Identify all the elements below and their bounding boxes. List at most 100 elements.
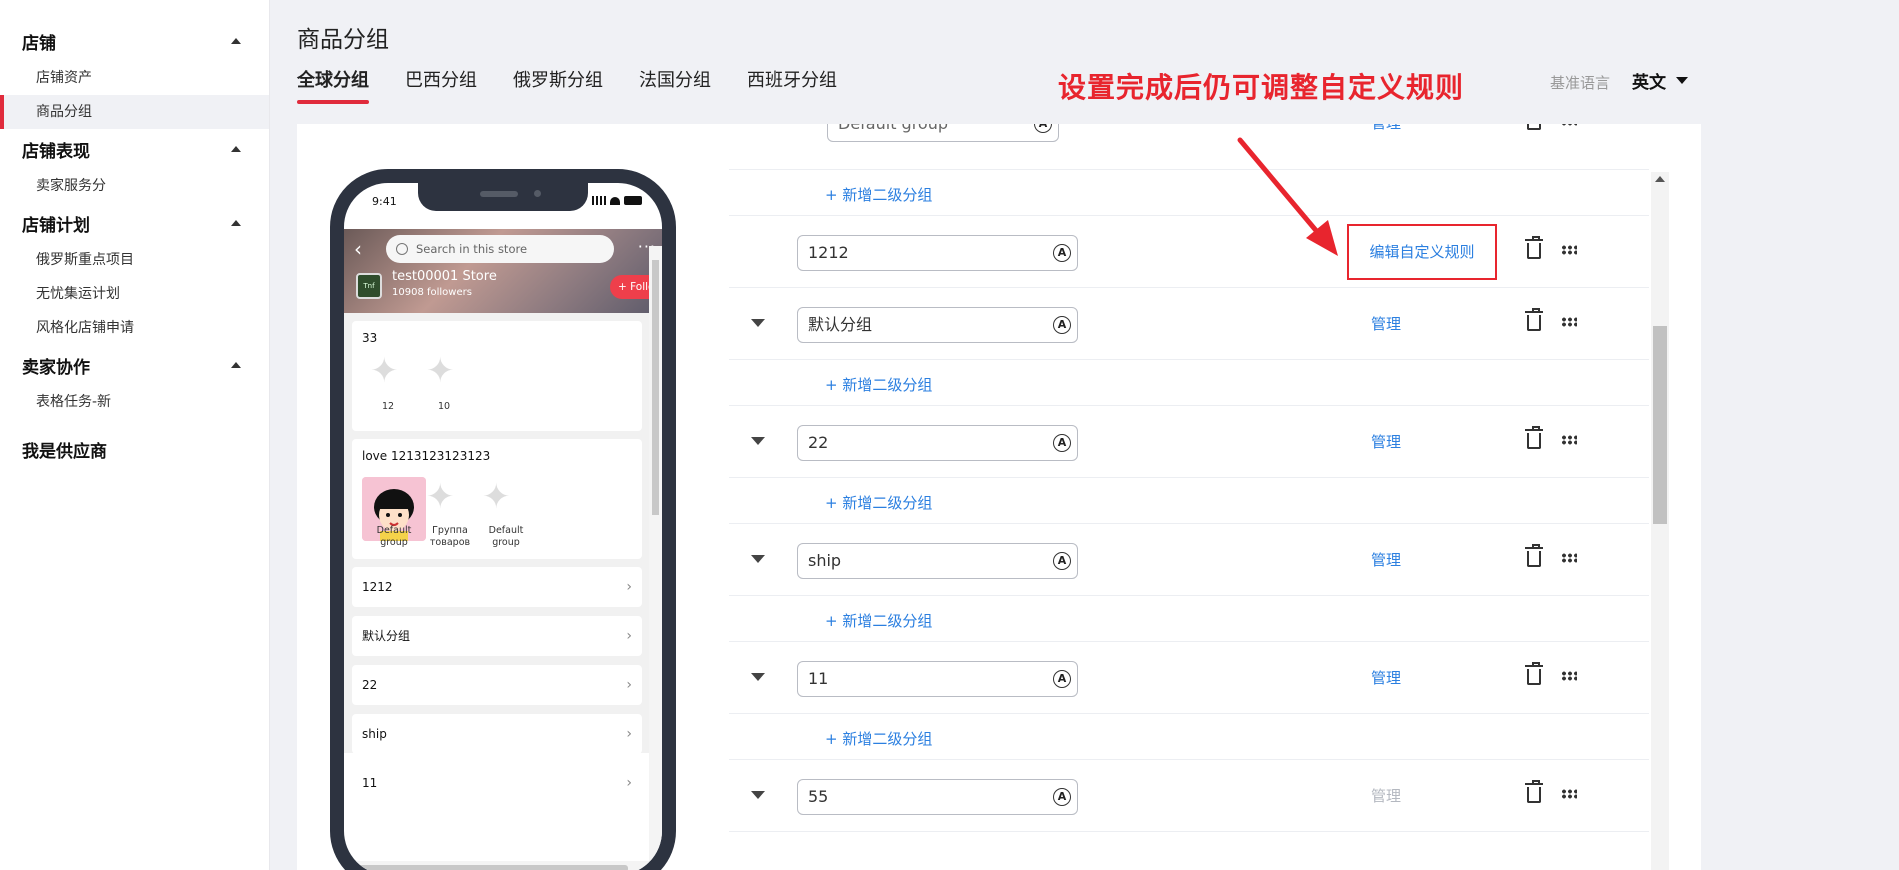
collapse-caret-icon[interactable]: [231, 362, 241, 368]
tab-france[interactable]: 法国分组: [639, 66, 711, 104]
base-language-select[interactable]: 英文: [1632, 68, 1688, 93]
sidebar-section-store[interactable]: 店铺: [0, 21, 269, 61]
group-row: 22 A 管理: [729, 406, 1649, 478]
list-scrollbar[interactable]: [1651, 172, 1669, 870]
translate-icon[interactable]: A: [1053, 244, 1071, 262]
sidebar-item-seller-score[interactable]: 卖家服务分: [0, 169, 269, 203]
tab-russia[interactable]: 俄罗斯分组: [513, 66, 603, 104]
manage-link[interactable]: 管理: [1371, 667, 1401, 688]
add-subgroup-row: + 新增二级分组: [729, 714, 1649, 760]
sparkle-placeholder-icon: ✦: [426, 351, 455, 391]
add-subgroup-link[interactable]: + 新增二级分组: [825, 610, 932, 631]
expand-toggle-icon[interactable]: [751, 555, 765, 563]
tab-brazil[interactable]: 巴西分组: [405, 66, 477, 104]
phone-group-row[interactable]: 22 ›: [352, 665, 642, 705]
edit-custom-rule-link[interactable]: 编辑自定义规则: [1347, 224, 1497, 280]
sidebar-item-styled-store[interactable]: 风格化店铺申请: [0, 311, 269, 345]
trash-icon[interactable]: [1525, 780, 1543, 803]
collapse-caret-icon[interactable]: [231, 38, 241, 44]
base-language-value: 英文: [1632, 73, 1666, 93]
group-block-love[interactable]: love 1213123123123 ✦ ✦ Default group Гру…: [352, 439, 642, 559]
row-label: 1212: [362, 580, 393, 594]
page-header: 商品分组 全球分组 巴西分组 俄罗斯分组 法国分组 西班牙分组 设置完成后仍可调…: [270, 0, 1899, 122]
group-name-field[interactable]: 11 A: [797, 661, 1078, 697]
scrollbar-thumb[interactable]: [652, 260, 659, 515]
manage-link[interactable]: 管理: [1371, 124, 1401, 133]
drag-handle-icon[interactable]: [1561, 553, 1577, 563]
translate-icon[interactable]: A: [1034, 124, 1052, 133]
add-subgroup-link[interactable]: + 新增二级分组: [825, 492, 932, 513]
sidebar-section-store-performance[interactable]: 店铺表现: [0, 129, 269, 169]
back-arrow-icon[interactable]: ‹: [354, 237, 362, 261]
expand-toggle-icon[interactable]: [751, 673, 765, 681]
collapse-caret-icon[interactable]: [231, 220, 241, 226]
add-subgroup-link[interactable]: + 新增二级分组: [825, 728, 932, 749]
manage-link[interactable]: 管理: [1371, 549, 1401, 570]
phone-vertical-scrollbar[interactable]: [649, 246, 662, 861]
expand-toggle-icon[interactable]: [751, 437, 765, 445]
sidebar-item-store-assets[interactable]: 店铺资产: [0, 61, 269, 95]
page-title: 商品分组: [297, 27, 389, 53]
manage-link[interactable]: 管理: [1371, 785, 1401, 806]
scroll-up-arrow-icon[interactable]: [1655, 176, 1665, 182]
translate-icon[interactable]: A: [1053, 670, 1071, 688]
phone-group-row[interactable]: 11 ›: [352, 763, 642, 803]
drag-handle-icon[interactable]: [1561, 317, 1577, 327]
translate-icon[interactable]: A: [1053, 434, 1071, 452]
scrollbar-thumb[interactable]: [1653, 326, 1667, 524]
tab-global[interactable]: 全球分组: [297, 66, 369, 104]
group-name-field[interactable]: ship A: [797, 543, 1078, 579]
group-name-field[interactable]: 55 A: [797, 779, 1078, 815]
phone-group-row[interactable]: ship ›: [352, 714, 642, 754]
group-name-field[interactable]: 1212 A: [797, 235, 1078, 271]
sidebar-section-seller-collab[interactable]: 卖家协作: [0, 345, 269, 385]
add-subgroup-link[interactable]: + 新增二级分组: [825, 184, 932, 205]
collapse-caret-icon[interactable]: [231, 146, 241, 152]
trash-icon[interactable]: [1525, 662, 1543, 685]
trash-icon[interactable]: [1525, 308, 1543, 331]
manage-link[interactable]: 管理: [1371, 313, 1401, 334]
add-subgroup-row: + 新增二级分组: [729, 478, 1649, 524]
drag-handle-icon[interactable]: [1561, 671, 1577, 681]
trash-icon[interactable]: [1527, 124, 1541, 130]
translate-icon[interactable]: A: [1053, 788, 1071, 806]
translate-icon[interactable]: A: [1053, 552, 1071, 570]
expand-toggle-icon[interactable]: [751, 319, 765, 327]
group-name-value: 55: [808, 787, 829, 806]
add-subgroup-row: + 新增二级分组: [729, 170, 1649, 216]
translate-icon[interactable]: A: [1053, 316, 1071, 334]
drag-handle-icon[interactable]: [1561, 789, 1577, 799]
block-title: love 1213123123123: [362, 449, 491, 463]
signal-icon: [592, 196, 606, 205]
sidebar-item-product-groups[interactable]: 商品分组: [0, 95, 269, 129]
sidebar-item-supplier[interactable]: 我是供应商: [0, 429, 269, 469]
chevron-right-icon: ›: [626, 579, 632, 595]
group-name-field[interactable]: 22 A: [797, 425, 1078, 461]
sidebar-item-consolidation-plan[interactable]: 无忧集运计划: [0, 277, 269, 311]
manage-link[interactable]: 管理: [1371, 431, 1401, 452]
expand-toggle-icon[interactable]: [751, 791, 765, 799]
add-subgroup-link[interactable]: + 新增二级分组: [825, 374, 932, 395]
scrollbar-thumb[interactable]: [358, 865, 628, 870]
group-block-33[interactable]: 33 ✦ ✦ 12 10: [352, 321, 642, 431]
sidebar-section-store-plans[interactable]: 店铺计划: [0, 203, 269, 243]
group-name-field[interactable]: Default group A: [827, 124, 1059, 142]
phone-horizontal-scrollbar[interactable]: [344, 861, 649, 870]
tab-spain[interactable]: 西班牙分组: [747, 66, 837, 104]
drag-handle-icon[interactable]: [1561, 435, 1577, 445]
store-search-input[interactable]: Search in this store: [386, 235, 614, 263]
group-row-partial: Default group A 管理: [729, 124, 1649, 170]
trash-icon[interactable]: [1525, 236, 1543, 259]
trash-icon[interactable]: [1525, 426, 1543, 449]
wifi-icon: [610, 196, 620, 205]
group-name-field[interactable]: 默认分组 A: [797, 307, 1078, 343]
phone-group-row[interactable]: 1212 ›: [352, 567, 642, 607]
annotation-text: 设置完成后仍可调整自定义规则: [1058, 71, 1465, 104]
sidebar-item-russia-project[interactable]: 俄罗斯重点项目: [0, 243, 269, 277]
drag-handle-icon[interactable]: [1561, 124, 1577, 126]
trash-icon[interactable]: [1525, 544, 1543, 567]
phone-group-row[interactable]: 默认分组 ›: [352, 616, 642, 656]
block-caption: 12: [381, 401, 395, 412]
drag-handle-icon[interactable]: [1561, 245, 1577, 255]
sidebar-item-sheet-tasks[interactable]: 表格任务-新: [0, 385, 269, 419]
